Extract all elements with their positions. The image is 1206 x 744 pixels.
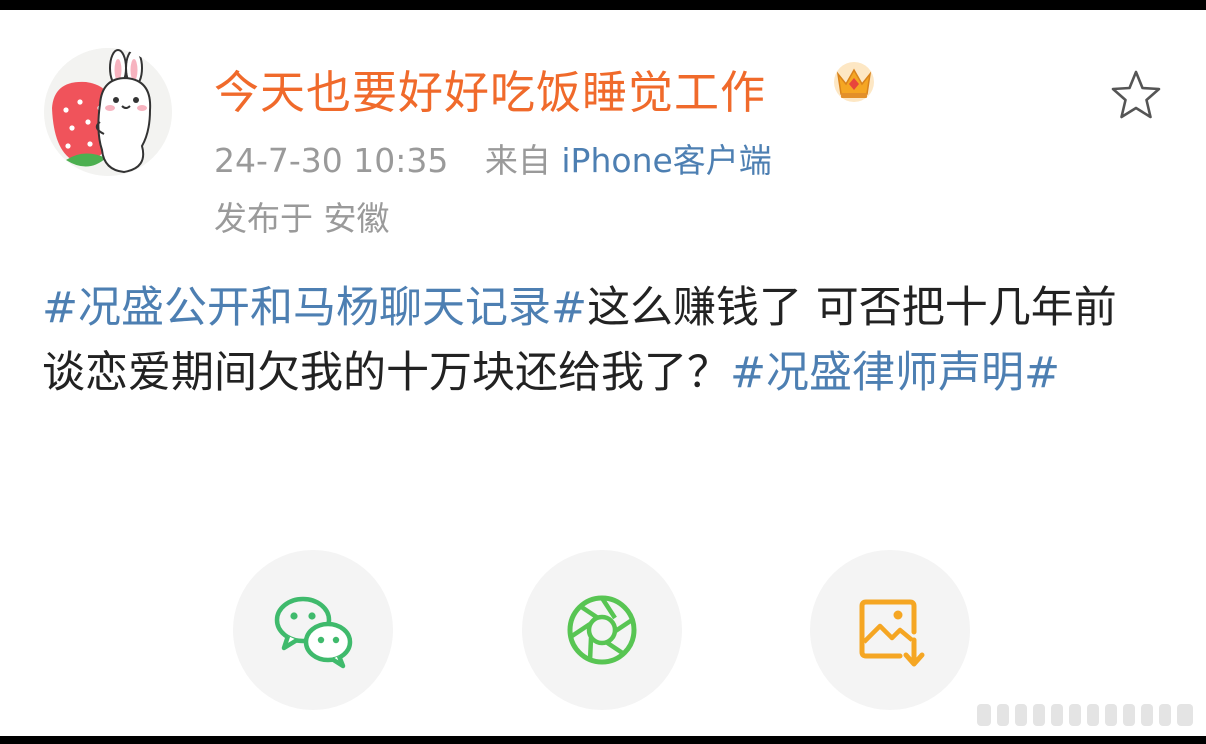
post-card: 今天也要好好吃饭睡觉工作 24-7-30 10:35 来自 iPhone客户端 … bbox=[0, 10, 1206, 736]
post-location: 发布于 安徽 bbox=[214, 199, 390, 238]
share-wechat-button[interactable] bbox=[233, 550, 393, 710]
star-icon[interactable] bbox=[1106, 66, 1166, 126]
crown-icon bbox=[834, 62, 874, 102]
hashtag-link[interactable]: #况盛律师声明# bbox=[730, 348, 1060, 398]
username[interactable]: 今天也要好好吃饭睡觉工作 bbox=[214, 56, 766, 121]
save-image-button[interactable] bbox=[810, 550, 970, 710]
source-prefix: 来自 bbox=[484, 141, 551, 180]
user-avatar[interactable] bbox=[44, 48, 172, 176]
home-indicator bbox=[977, 704, 1193, 726]
share-moments-button[interactable] bbox=[522, 550, 682, 710]
post-meta: 24-7-30 10:35 来自 iPhone客户端 bbox=[214, 134, 772, 182]
save-image-icon bbox=[859, 599, 925, 667]
rabbit-strawberry-avatar-icon bbox=[44, 48, 172, 176]
post-content: #况盛公开和马杨聊天记录#这么赚钱了 可否把十几年前谈恋爱期间欠我的十万块还给我… bbox=[42, 276, 1142, 406]
post-timestamp: 24-7-30 10:35 bbox=[214, 141, 449, 180]
moments-icon bbox=[567, 595, 637, 665]
wechat-icon bbox=[274, 596, 353, 669]
hashtag-link[interactable]: #况盛公开和马杨聊天记录# bbox=[42, 283, 587, 333]
source-client-link[interactable]: iPhone客户端 bbox=[561, 141, 771, 180]
